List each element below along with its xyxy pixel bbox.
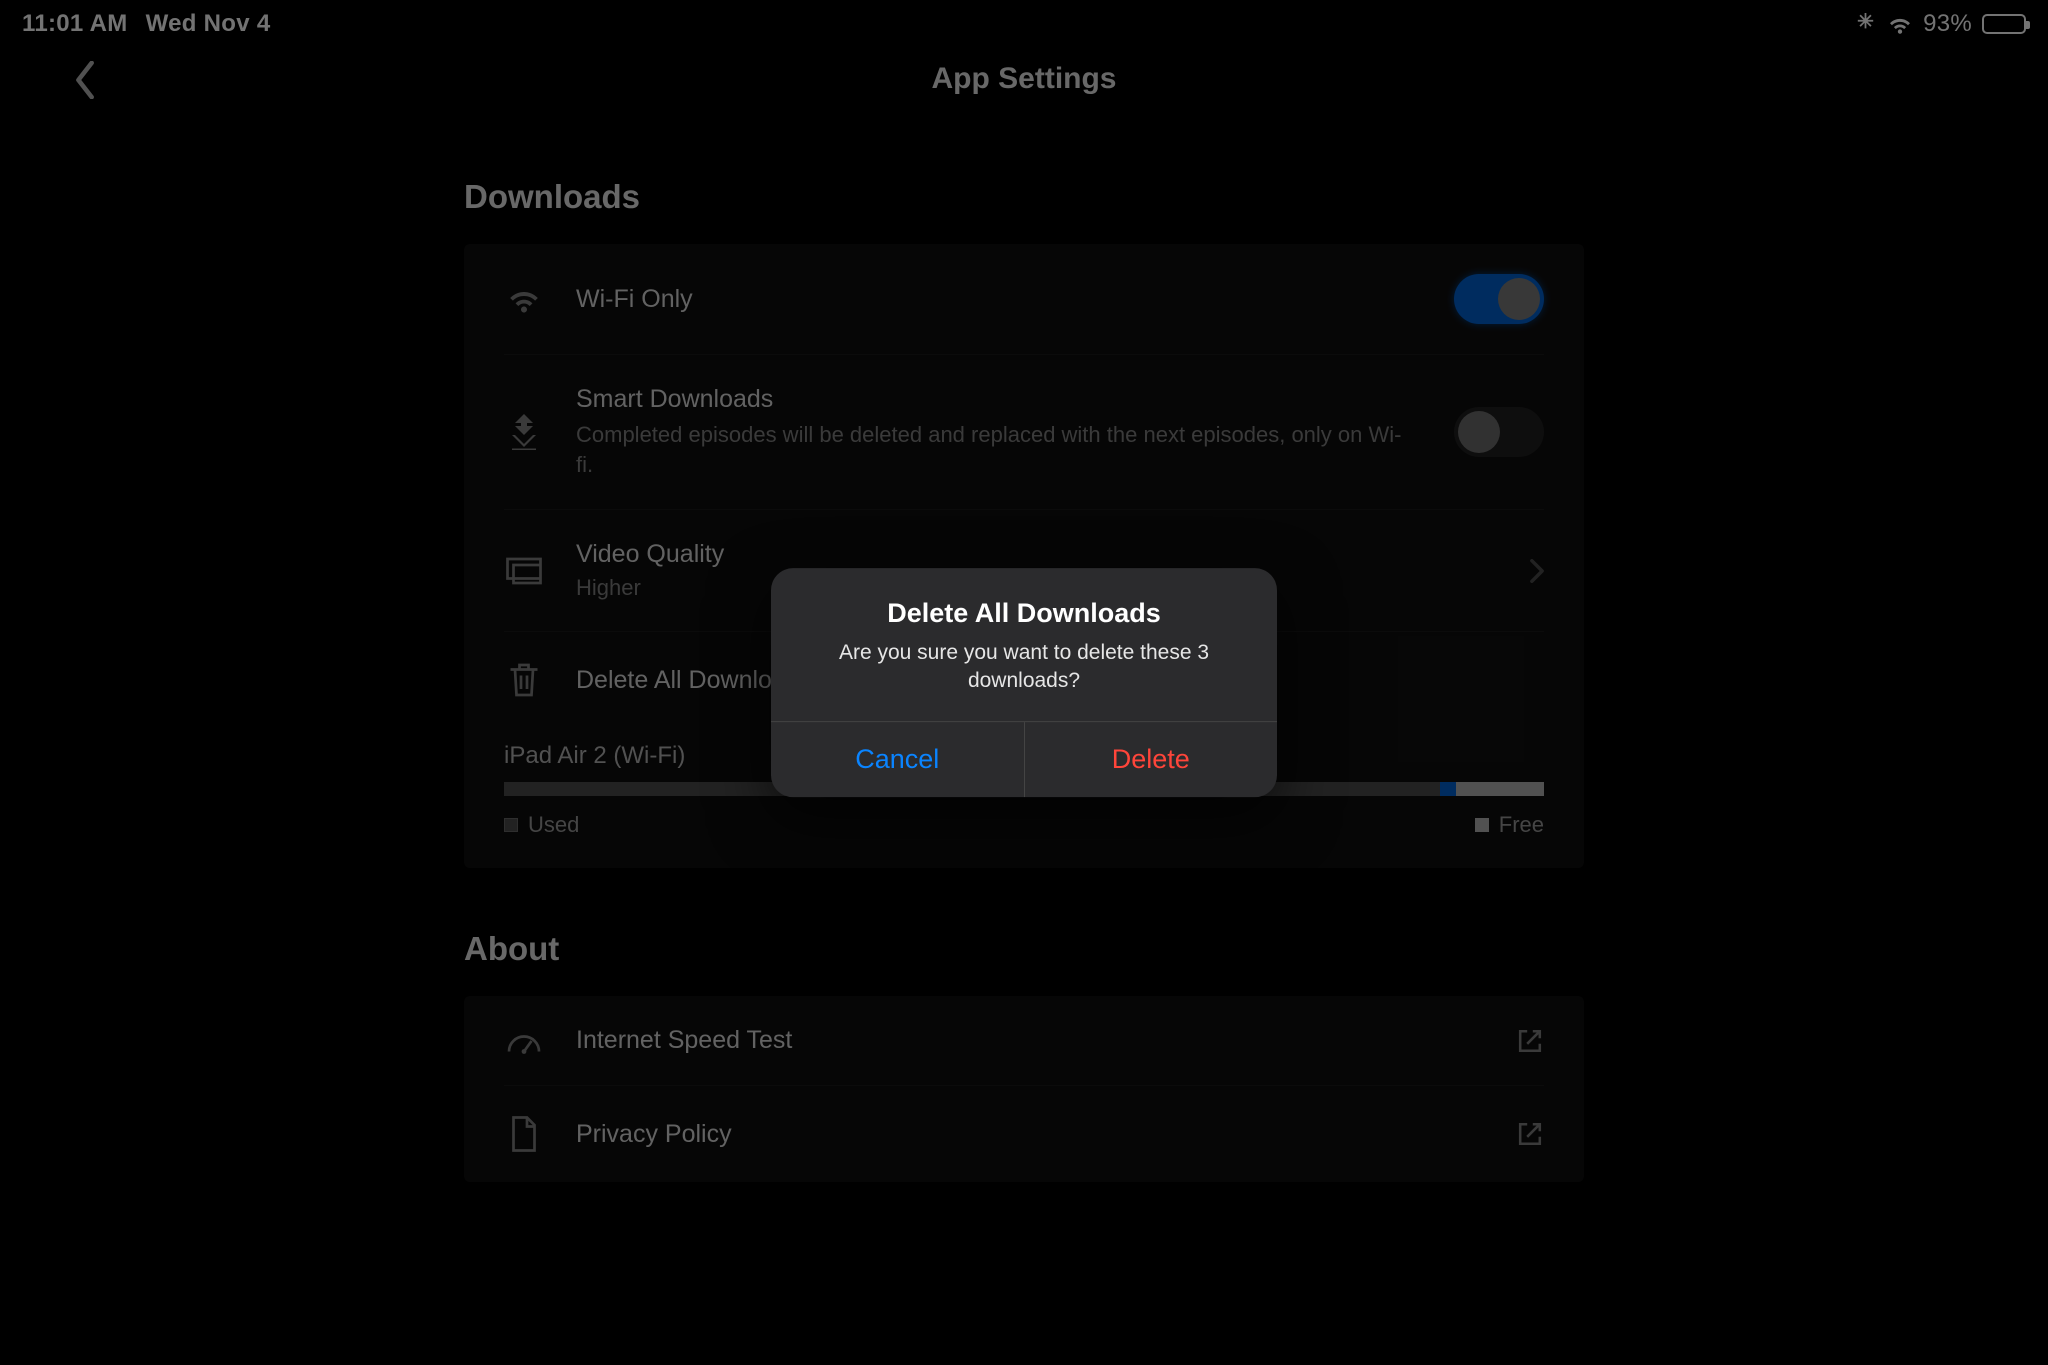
modal-title: Delete All Downloads [799, 598, 1249, 629]
modal-actions: Cancel Delete [771, 721, 1277, 797]
delete-button[interactable]: Delete [1025, 722, 1278, 797]
delete-confirm-modal: Delete All Downloads Are you sure you wa… [771, 568, 1277, 798]
modal-body: Delete All Downloads Are you sure you wa… [771, 568, 1277, 722]
cancel-button[interactable]: Cancel [771, 722, 1025, 797]
modal-message: Are you sure you want to delete these 3 … [799, 639, 1249, 696]
